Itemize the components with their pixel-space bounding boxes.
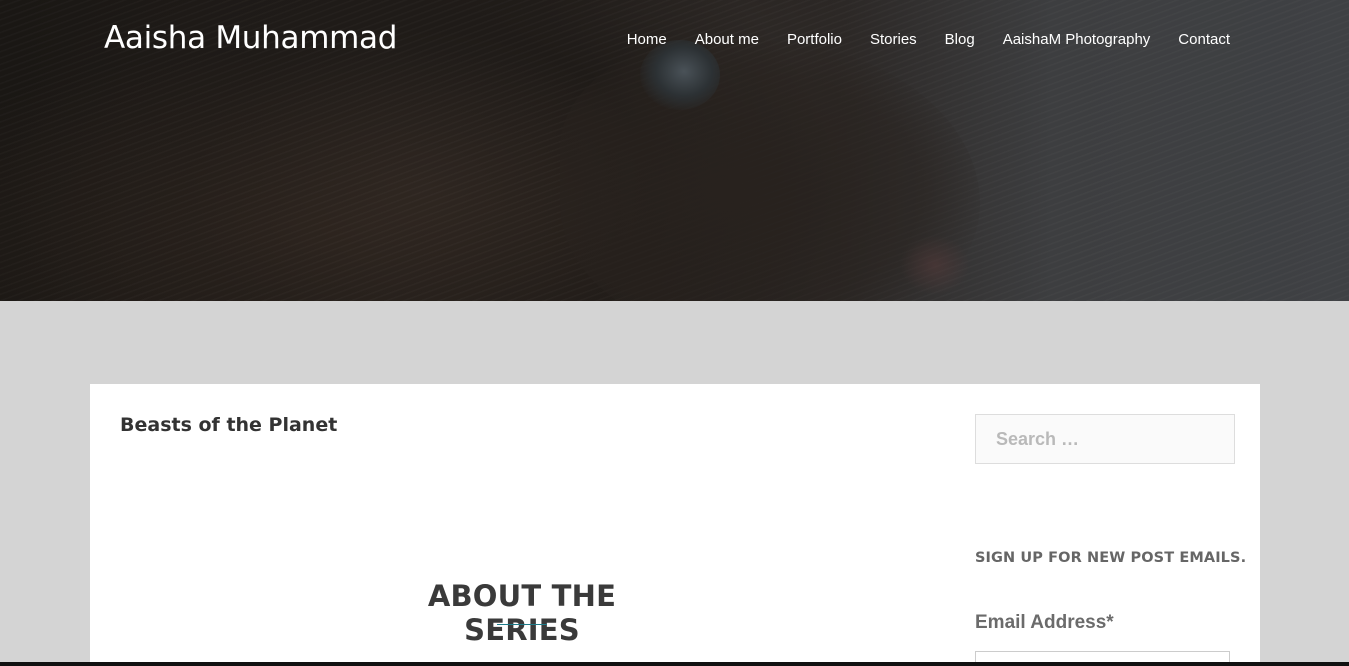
nav-item-about-me[interactable]: About me <box>695 31 759 48</box>
hero-header: Aaisha Muhammad Home About me Portfolio … <box>0 0 1349 301</box>
section-heading: ABOUT THE SERIES <box>427 579 617 647</box>
nav-item-aaisham-photography[interactable]: AaishaM Photography <box>1003 31 1151 48</box>
post-title: Beasts of the Planet <box>120 414 338 436</box>
signup-widget-title: SIGN UP FOR NEW POST EMAILS. <box>975 550 1247 566</box>
heading-underline <box>497 624 547 625</box>
hero-image-cat-nose <box>900 235 970 295</box>
window-bottom-edge <box>0 662 1349 666</box>
email-address-label: Email Address* <box>975 612 1114 633</box>
content-card: Beasts of the Planet ABOUT THE SERIES SI… <box>90 384 1260 666</box>
main-nav: Home About me Portfolio Stories Blog Aai… <box>627 31 1230 48</box>
nav-item-portfolio[interactable]: Portfolio <box>787 31 842 48</box>
nav-item-stories[interactable]: Stories <box>870 31 917 48</box>
site-title[interactable]: Aaisha Muhammad <box>104 20 397 56</box>
nav-item-home[interactable]: Home <box>627 31 667 48</box>
nav-item-blog[interactable]: Blog <box>945 31 975 48</box>
nav-item-contact[interactable]: Contact <box>1178 31 1230 48</box>
search-input[interactable] <box>975 414 1235 464</box>
hero-image-cat-eye <box>640 40 720 110</box>
